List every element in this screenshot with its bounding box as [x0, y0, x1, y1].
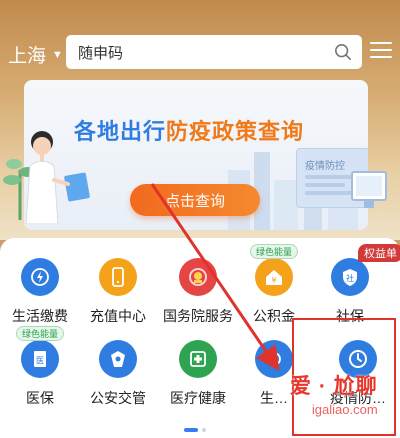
service-item[interactable]: 绿色能量 ¥ 公积金 — [234, 244, 314, 326]
svg-text:社: 社 — [346, 273, 354, 283]
medical-doc-icon: 医 — [21, 340, 59, 378]
menu-icon[interactable] — [370, 42, 392, 62]
svg-text:医: 医 — [36, 356, 44, 365]
service-item[interactable]: 国务院服务 — [158, 258, 238, 326]
service-label: 医疗健康 — [170, 390, 226, 406]
caret-down-icon: ▼ — [52, 48, 63, 61]
search-icon[interactable] — [334, 43, 352, 61]
house-yuan-icon: ¥ — [255, 258, 293, 296]
watermark-line1: 爱 · 尬聊 — [290, 375, 378, 398]
service-item[interactable]: 公安交管 — [78, 340, 158, 408]
lightning-icon — [21, 258, 59, 296]
svg-text:¥: ¥ — [271, 276, 276, 285]
green-energy-badge: 绿色能量 — [249, 244, 299, 259]
phone-icon — [99, 258, 137, 296]
service-item[interactable]: 权益单 社 社保 — [310, 244, 400, 326]
service-icon — [255, 340, 293, 378]
nurse-illustration — [25, 131, 90, 224]
city-label: 上海 — [8, 46, 47, 67]
green-energy-badge: 绿色能量 — [15, 326, 65, 341]
city-selector[interactable]: 上海 ▼ — [8, 41, 63, 68]
watermark-logo: 爱 · 尬聊 igaliao.com — [290, 370, 378, 417]
board-label: 疫情防控 — [305, 161, 345, 172]
rights-badge: 权益单 — [358, 244, 400, 262]
banner-title-part2: 防疫政策查询 — [166, 119, 305, 144]
cross-icon — [179, 340, 217, 378]
service-label: 医保 — [26, 390, 54, 406]
service-item[interactable]: 充值中心 — [78, 258, 158, 326]
service-item[interactable]: 绿色能量 医 医保 — [0, 326, 80, 408]
header-area: 上海 ▼ 随申码 各地出行防疫政策查询 疫情防控 点击查询 — [0, 0, 400, 240]
search-bar[interactable]: 随申码 — [66, 35, 362, 69]
banner-title: 各地出行防疫政策查询 — [74, 114, 304, 146]
service-label: 公安交管 — [90, 390, 146, 406]
search-input[interactable]: 随申码 — [78, 42, 334, 63]
emblem-icon — [179, 258, 217, 296]
shield-icon: 社 — [331, 258, 369, 296]
service-item[interactable]: 生活缴费 — [0, 258, 80, 326]
service-label: 国务院服务 — [163, 308, 233, 324]
watermark-line2: igaliao.com — [311, 402, 378, 417]
service-label: 充值中心 — [90, 308, 146, 324]
police-icon — [99, 340, 137, 378]
check-button[interactable]: 点击查询 — [130, 184, 260, 216]
computer-illustration — [351, 171, 387, 208]
service-label: 生活缴费 — [12, 308, 68, 324]
service-item[interactable]: 医疗健康 — [158, 340, 238, 408]
page-indicator — [184, 428, 206, 432]
